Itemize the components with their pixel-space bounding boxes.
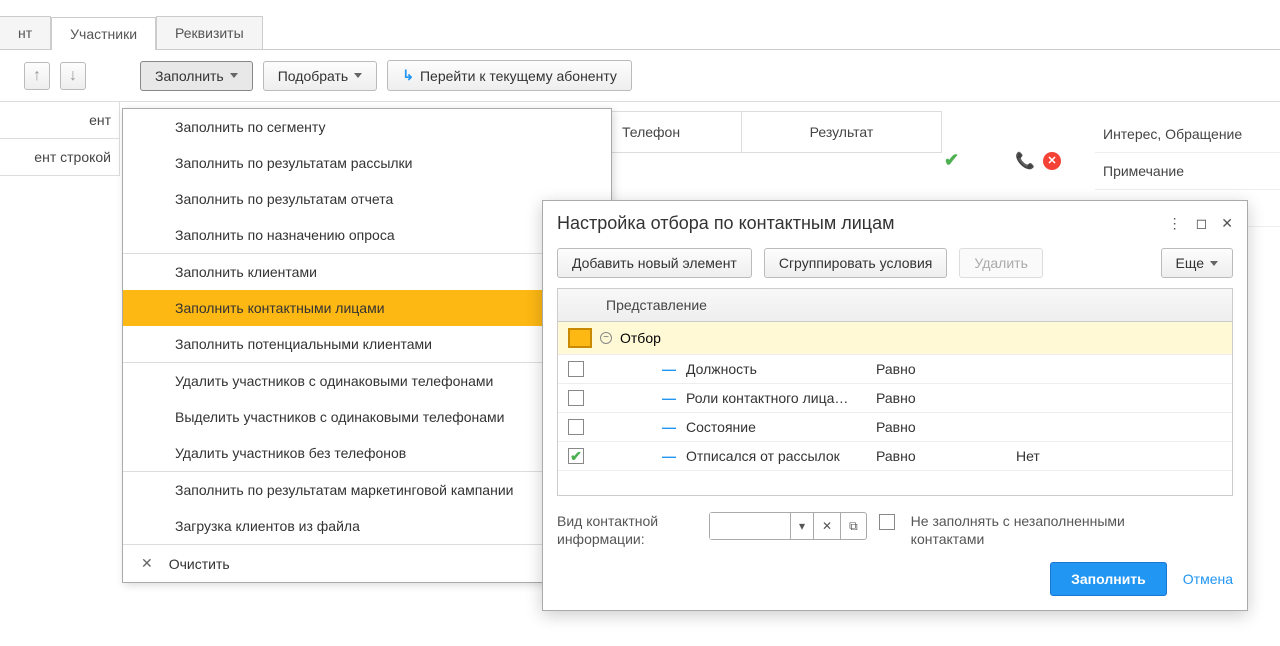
column-header-note: Примечание — [1095, 153, 1280, 190]
menu-item-remove-dup-phones[interactable]: Удалить участников с одинаковыми телефон… — [123, 363, 611, 399]
contact-info-input[interactable] — [710, 513, 790, 539]
menu-item-clear[interactable]: ✕Очистить — [123, 545, 611, 582]
filter-modal: Настройка отбора по контактным лицам ⋮ ◻… — [542, 200, 1248, 611]
filter-root-row[interactable]: − Отбор — [558, 322, 1232, 355]
chevron-down-icon — [354, 73, 362, 78]
dash-icon: — — [662, 361, 676, 377]
goto-subscriber-button[interactable]: ↳Перейти к текущему абоненту — [387, 60, 632, 91]
move-down-button[interactable]: ↓ — [60, 62, 86, 90]
select-dropdown-button[interactable]: Подобрать — [263, 61, 378, 91]
fill-dropdown-button[interactable]: Заполнить — [140, 61, 253, 91]
checkbox[interactable] — [568, 361, 584, 377]
menu-item-load-from-file[interactable]: Загрузка клиентов из файла — [123, 508, 611, 544]
input-clear-icon[interactable]: ✕ — [813, 513, 840, 539]
menu-item-marketing-campaign[interactable]: Заполнить по результатам маркетинговой к… — [123, 472, 611, 508]
more-button[interactable]: Еще — [1161, 248, 1234, 278]
menu-item-contacts[interactable]: Заполнить контактными лицами — [123, 290, 611, 326]
tab-participants[interactable]: Участники — [51, 17, 156, 50]
column-header-partial-1: ент — [0, 102, 120, 139]
tab-truncated[interactable]: нт — [0, 16, 51, 49]
dash-icon: — — [662, 390, 676, 406]
chevron-down-icon — [230, 73, 238, 78]
group-conditions-button[interactable]: Сгруппировать условия — [764, 248, 948, 278]
menu-item-potential[interactable]: Заполнить потенциальными клиентами — [123, 326, 611, 362]
delete-button[interactable]: Удалить — [959, 248, 1042, 278]
cancel-link[interactable]: Отмена — [1183, 571, 1233, 587]
no-fill-label: Не заполнять с незаполненными контактами — [911, 512, 1161, 548]
close-icon: ✕ — [141, 555, 153, 572]
contact-info-label: Вид контактной информации: — [557, 512, 697, 548]
column-header-result: Результат — [742, 111, 942, 153]
contact-info-input-group: ▾ ✕ ⧉ — [709, 512, 867, 540]
goto-arrow-icon: ↳ — [402, 67, 414, 84]
menu-item-remove-no-phone[interactable]: Удалить участников без телефонов — [123, 435, 611, 471]
filter-row[interactable]: — Должность Равно — [558, 355, 1232, 384]
add-element-button[interactable]: Добавить новый элемент — [557, 248, 752, 278]
cross-icon: ✕ — [1043, 152, 1061, 170]
checkbox-checked[interactable]: ✔ — [568, 448, 584, 464]
dash-icon: — — [662, 419, 676, 435]
menu-item-segment[interactable]: Заполнить по сегменту — [123, 109, 611, 145]
phone-icon: 📞 — [1015, 151, 1035, 171]
root-marker-icon — [568, 328, 592, 348]
checkbox[interactable] — [568, 419, 584, 435]
filter-row[interactable]: ✔ — Отписался от рассылок Равно Нет — [558, 442, 1232, 471]
column-header-partial-2: ент строкой — [0, 139, 120, 176]
arrow-up-icon: ↑ — [33, 67, 41, 85]
filter-row[interactable]: — Состояние Равно — [558, 413, 1232, 442]
arrow-down-icon: ↓ — [69, 67, 77, 85]
input-open-icon[interactable]: ⧉ — [840, 513, 866, 539]
fill-button[interactable]: Заполнить — [1050, 562, 1167, 596]
menu-item-select-dup-phones[interactable]: Выделить участников с одинаковыми телефо… — [123, 399, 611, 435]
input-dropdown-icon[interactable]: ▾ — [790, 513, 813, 539]
tab-requisites[interactable]: Реквизиты — [156, 16, 263, 49]
chevron-down-icon — [1210, 261, 1218, 266]
modal-close-icon[interactable]: ✕ — [1221, 215, 1233, 232]
collapse-icon[interactable]: − — [600, 332, 612, 344]
column-header-phone: Телефон — [612, 111, 742, 153]
fill-dropdown-menu: Заполнить по сегменту Заполнить по резул… — [122, 108, 612, 583]
filter-table: Представление − Отбор — Должность Равно … — [557, 288, 1233, 496]
checkbox[interactable] — [568, 390, 584, 406]
modal-maximize-icon[interactable]: ◻ — [1196, 215, 1208, 232]
modal-menu-icon[interactable]: ⋮ — [1168, 215, 1182, 232]
move-up-button[interactable]: ↑ — [24, 62, 50, 90]
dash-icon: — — [662, 448, 676, 464]
menu-item-report-results[interactable]: Заполнить по результатам отчета — [123, 181, 611, 217]
menu-item-clients[interactable]: Заполнить клиентами — [123, 254, 611, 290]
filter-row[interactable]: — Роли контактного лица… Равно — [558, 384, 1232, 413]
check-icon: ✔ — [944, 150, 959, 171]
column-header-interest: Интерес, Обращение — [1095, 116, 1280, 153]
no-fill-checkbox[interactable] — [879, 514, 895, 530]
modal-title: Настройка отбора по контактным лицам — [557, 213, 1168, 234]
menu-item-mailing-results[interactable]: Заполнить по результатам рассылки — [123, 145, 611, 181]
filter-column-header: Представление — [558, 289, 1232, 322]
menu-item-survey[interactable]: Заполнить по назначению опроса — [123, 217, 611, 253]
